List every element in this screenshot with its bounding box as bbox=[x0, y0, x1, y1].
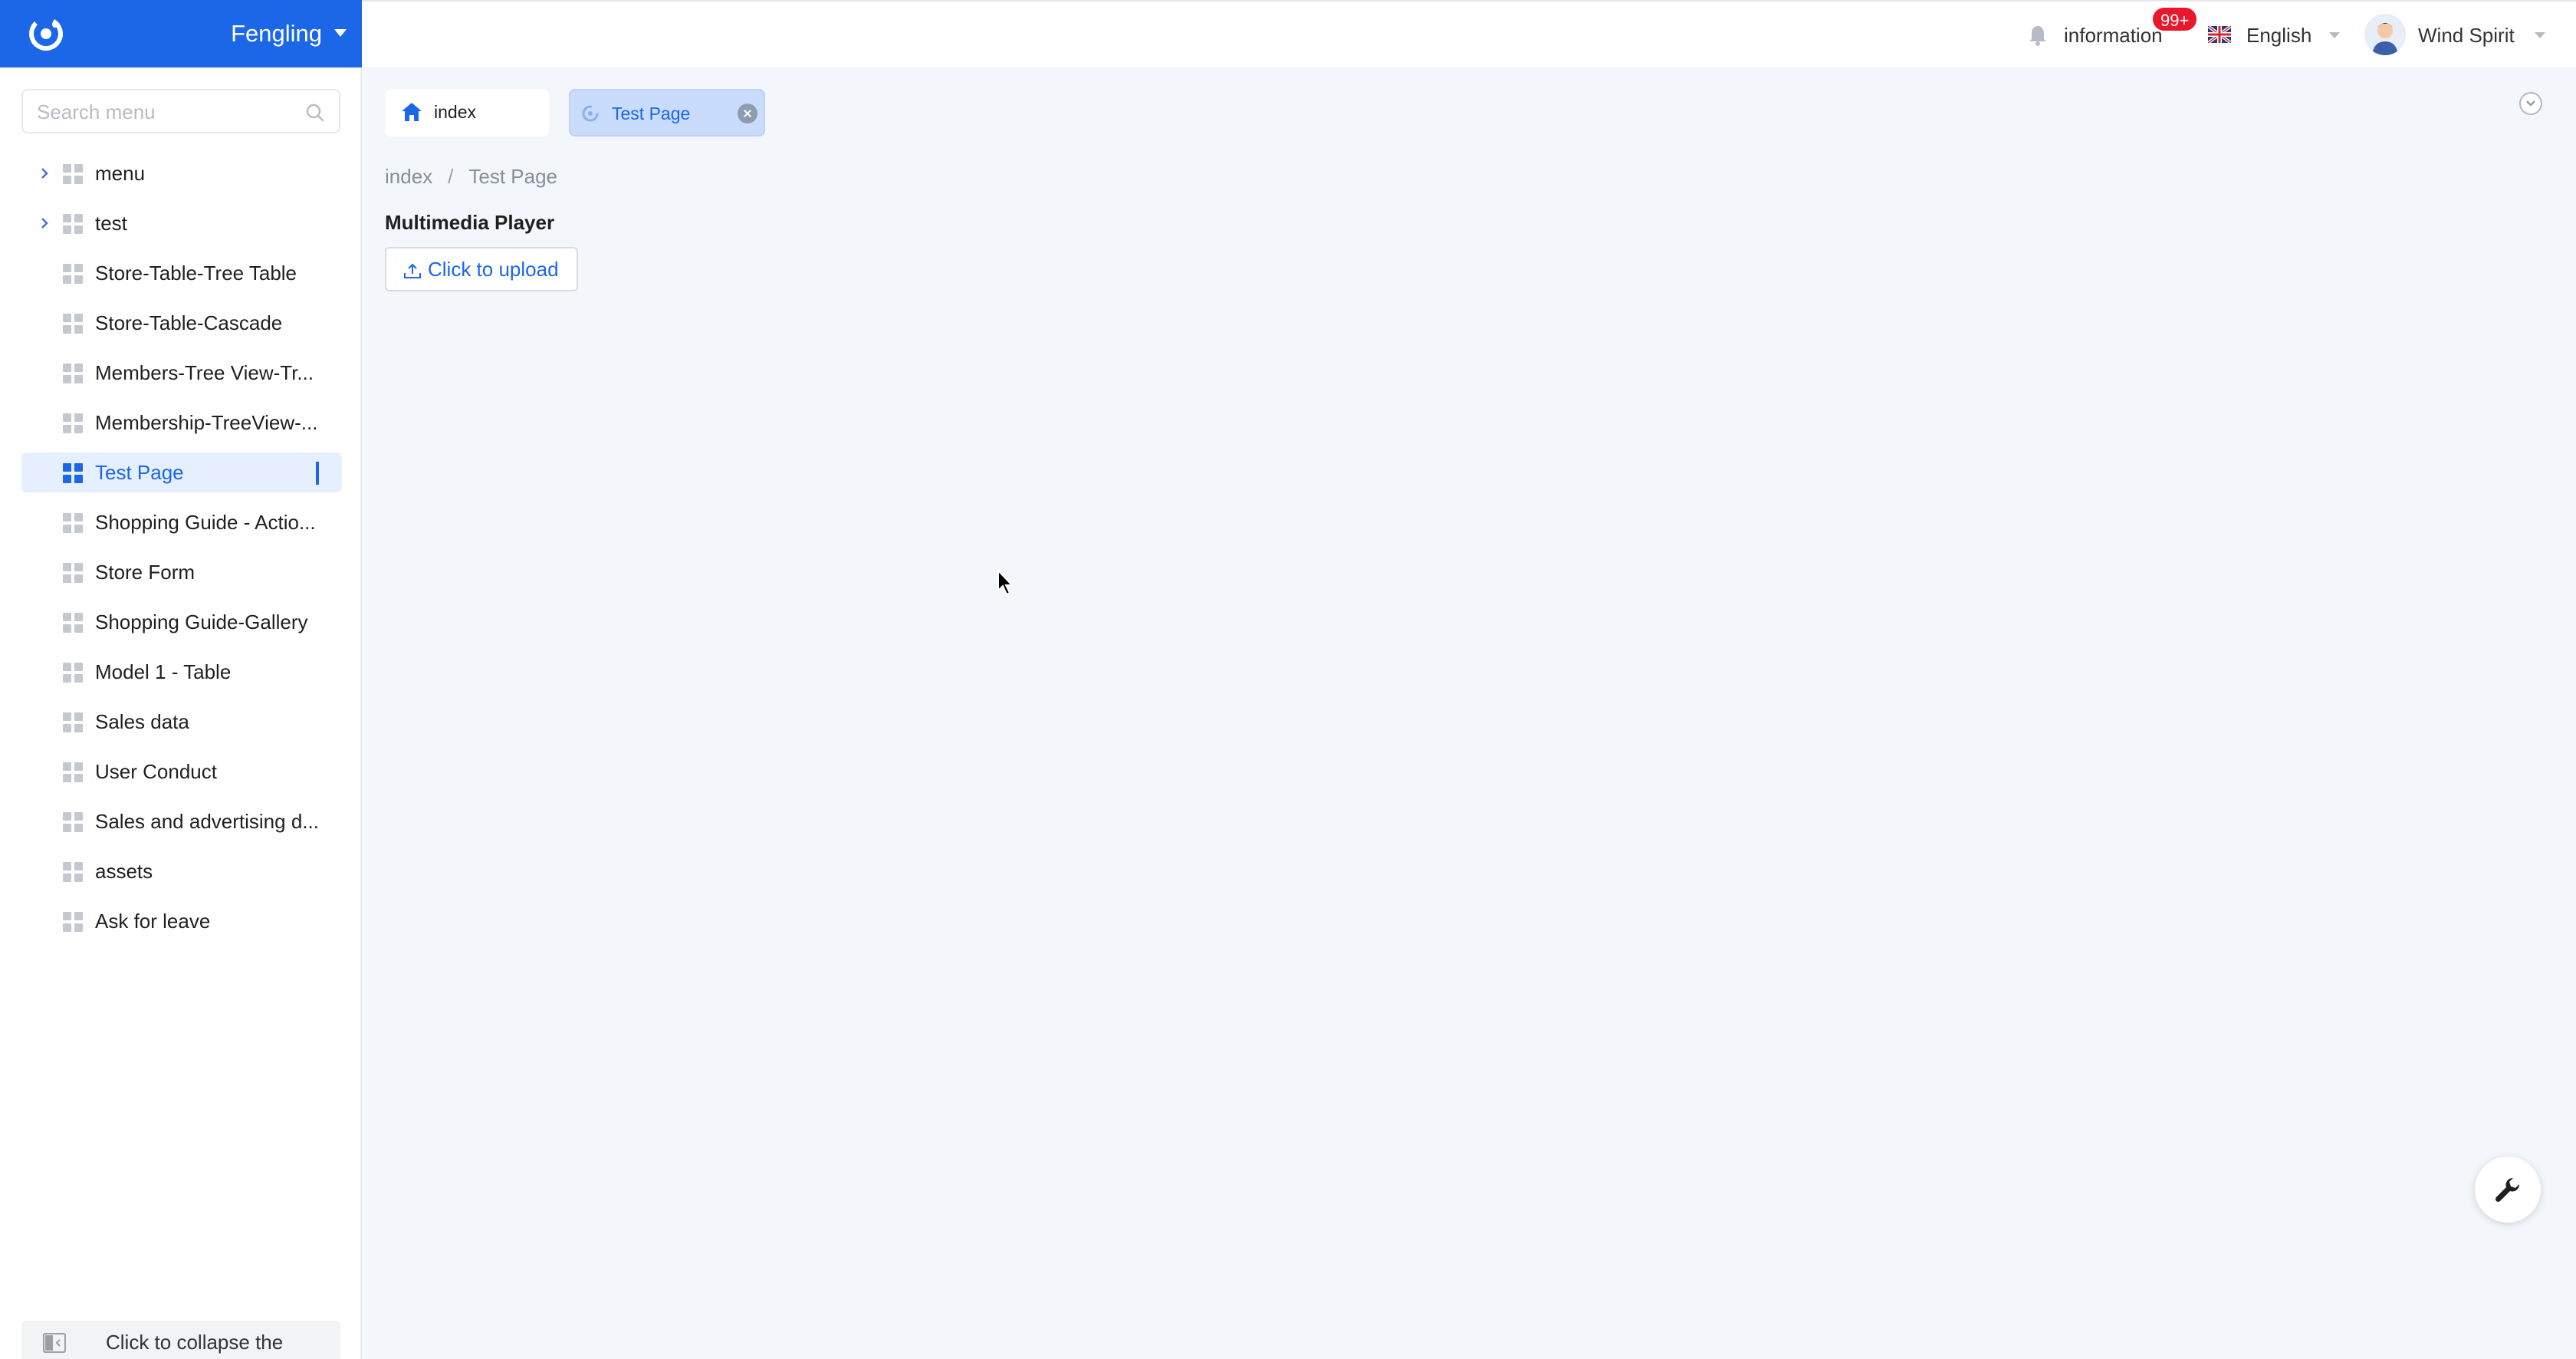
grid-icon bbox=[63, 513, 83, 533]
brand-header[interactable]: Fengling bbox=[0, 0, 362, 67]
sidebar-item-sales-data[interactable]: Sales data bbox=[21, 702, 342, 742]
sidebar-item-label: Test Page bbox=[95, 461, 184, 484]
chevron-down-icon bbox=[2526, 100, 2535, 107]
sidebar-item-label: Store Form bbox=[95, 561, 196, 584]
sidebar-item-label: Sales and advertising d... bbox=[95, 810, 319, 833]
search-icon[interactable] bbox=[305, 103, 325, 123]
logo-icon bbox=[29, 16, 63, 51]
grid-icon bbox=[63, 364, 83, 383]
home-icon bbox=[402, 103, 422, 121]
sidebar-item-label: Ask for leave bbox=[95, 910, 211, 933]
sidebar-item-label: test bbox=[95, 212, 127, 235]
sidebar-item-store-table-cascade[interactable]: Store-Table-Cascade bbox=[21, 303, 342, 343]
close-icon[interactable] bbox=[738, 104, 757, 123]
caret-down-icon[interactable] bbox=[2535, 32, 2545, 38]
menu-search bbox=[21, 89, 340, 133]
avatar[interactable] bbox=[2364, 14, 2406, 55]
brand-name[interactable]: Fengling bbox=[231, 0, 322, 67]
uk-flag-icon[interactable] bbox=[2208, 26, 2231, 43]
sidebar-item-user-conduct[interactable]: User Conduct bbox=[21, 752, 342, 791]
grid-icon bbox=[63, 712, 83, 732]
sidebar-item-label: Shopping Guide-Gallery bbox=[95, 610, 308, 633]
notifications-link[interactable]: information bbox=[2064, 2, 2163, 69]
sidebar-item-test[interactable]: test bbox=[21, 203, 342, 243]
tab-test-page[interactable]: Test Page bbox=[569, 89, 765, 137]
breadcrumb-separator: / bbox=[448, 165, 454, 188]
grid-icon bbox=[63, 762, 83, 782]
sidebar-item-shopping-guide-gallery[interactable]: Shopping Guide-Gallery bbox=[21, 602, 342, 642]
sidebar-item-label: Store-Table-Cascade bbox=[95, 311, 283, 334]
user-menu[interactable]: Wind Spirit bbox=[2418, 2, 2515, 69]
sidebar: Fengling menu test Store-Tab bbox=[0, 0, 362, 1359]
caret-down-icon[interactable] bbox=[2329, 32, 2340, 38]
grid-icon bbox=[63, 663, 83, 683]
sidebar-item-members-tree-view[interactable]: Members-Tree View-Tr... bbox=[21, 353, 342, 393]
sidebar-item-label: Model 1 - Table bbox=[95, 660, 232, 683]
wrench-icon bbox=[2495, 1177, 2520, 1203]
grid-icon bbox=[63, 164, 83, 184]
sidebar-item-ask-for-leave[interactable]: Ask for leave bbox=[21, 901, 342, 941]
sidebar-item-model-1-table[interactable]: Model 1 - Table bbox=[21, 652, 342, 692]
app-root: Fengling menu test Store-Tab bbox=[0, 0, 2576, 1359]
grid-icon bbox=[63, 314, 83, 334]
sidebar-item-store-table-tree[interactable]: Store-Table-Tree Table bbox=[21, 253, 342, 293]
grid-icon bbox=[63, 214, 83, 234]
sidebar-item-label: Membership-TreeView-... bbox=[95, 411, 318, 434]
breadcrumb-root[interactable]: index bbox=[385, 165, 432, 188]
chevron-right-icon[interactable] bbox=[37, 166, 52, 181]
user-avatar-icon bbox=[2364, 14, 2406, 55]
breadcrumb-current: Test Page bbox=[468, 165, 558, 188]
sidebar-item-membership-treeview[interactable]: Membership-TreeView-... bbox=[21, 403, 342, 443]
sidebar-item-shopping-guide-action[interactable]: Shopping Guide - Actio... bbox=[21, 502, 342, 542]
search-input[interactable] bbox=[37, 98, 297, 126]
sidebar-item-menu[interactable]: menu bbox=[21, 153, 342, 193]
collapse-sidebar-button[interactable]: Click to collapse the bbox=[21, 1321, 340, 1359]
upload-label: Click to upload bbox=[428, 258, 559, 281]
sidebar-item-label: menu bbox=[95, 162, 146, 185]
sidebar-item-assets[interactable]: assets bbox=[21, 851, 342, 891]
language-selector[interactable]: English bbox=[2246, 2, 2312, 69]
sidebar-item-label: assets bbox=[95, 860, 153, 883]
grid-icon bbox=[63, 862, 83, 882]
sidebar-item-label: Members-Tree View-Tr... bbox=[95, 361, 314, 384]
grid-icon bbox=[63, 563, 83, 583]
grid-icon bbox=[63, 264, 83, 284]
caret-down-icon[interactable] bbox=[334, 29, 347, 37]
sidebar-collapse-icon bbox=[43, 1333, 66, 1353]
sidebar-item-label: User Conduct bbox=[95, 760, 217, 783]
sidebar-menu: menu test Store-Table-Tree Table Store-T… bbox=[21, 153, 342, 951]
mouse-cursor-icon bbox=[997, 569, 1014, 596]
bell-icon[interactable] bbox=[2029, 25, 2047, 46]
tab-label: index bbox=[434, 102, 476, 122]
tools-fab-button[interactable] bbox=[2475, 1157, 2541, 1222]
sidebar-item-label: Store-Table-Tree Table bbox=[95, 262, 297, 285]
sidebar-item-store-form[interactable]: Store Form bbox=[21, 552, 342, 592]
chevron-right-icon[interactable] bbox=[37, 216, 52, 231]
tabs-more-button[interactable] bbox=[2519, 92, 2542, 115]
sidebar-item-sales-advertising[interactable]: Sales and advertising d... bbox=[21, 801, 342, 841]
tab-index[interactable]: index bbox=[385, 89, 549, 137]
grid-icon bbox=[63, 613, 83, 633]
upload-icon bbox=[404, 263, 421, 278]
grid-icon bbox=[63, 812, 83, 832]
collapse-label: Click to collapse the bbox=[106, 1331, 284, 1354]
breadcrumb: index / Test Page bbox=[385, 163, 557, 190]
sidebar-item-label: Shopping Guide - Actio... bbox=[95, 511, 316, 534]
active-indicator bbox=[316, 462, 319, 485]
upload-button[interactable]: Click to upload bbox=[385, 247, 578, 291]
sidebar-item-label: Sales data bbox=[95, 710, 189, 733]
grid-icon bbox=[63, 463, 83, 483]
top-header: information 99+ English Wind Spirit bbox=[362, 0, 2576, 67]
notification-badge: 99+ bbox=[2151, 6, 2199, 32]
page-title: Multimedia Player bbox=[385, 211, 555, 234]
grid-icon bbox=[63, 413, 83, 433]
sidebar-item-test-page[interactable]: Test Page bbox=[21, 452, 342, 492]
grid-icon bbox=[63, 912, 83, 932]
refresh-icon bbox=[582, 105, 599, 122]
tab-label: Test Page bbox=[612, 104, 691, 123]
